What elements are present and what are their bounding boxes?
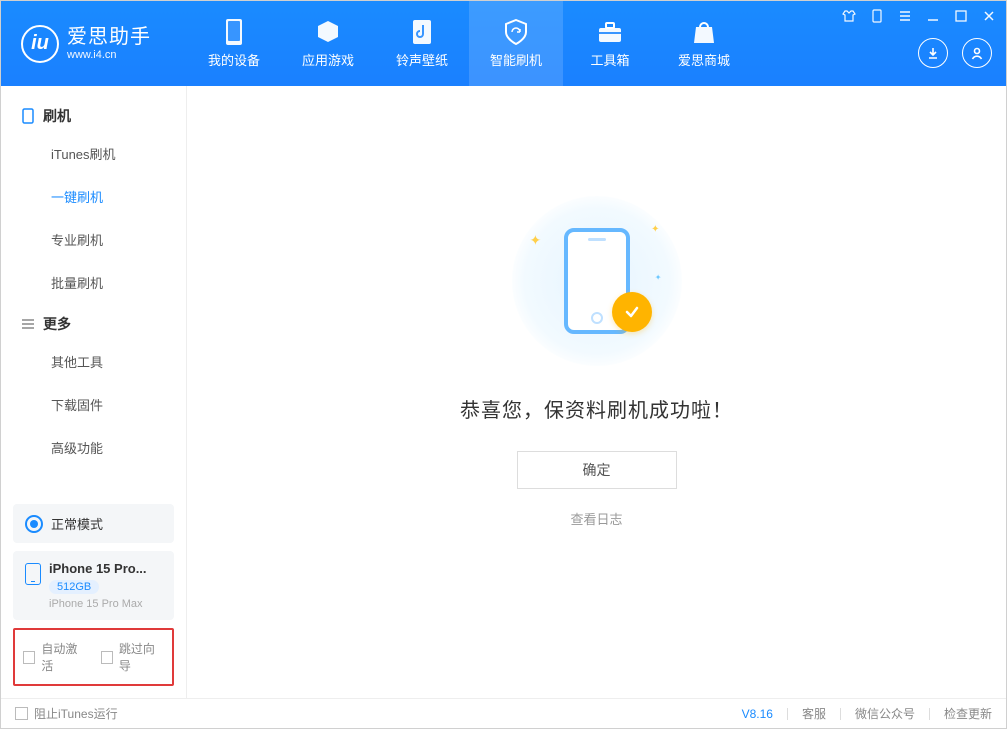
footer-link-support[interactable]: 客服 <box>802 705 826 722</box>
group-title: 更多 <box>43 314 71 334</box>
nav-label: 应用游戏 <box>302 50 354 69</box>
app-url: www.i4.cn <box>67 49 151 62</box>
mode-label: 正常模式 <box>51 514 103 533</box>
download-button[interactable] <box>918 38 948 68</box>
view-log-link[interactable]: 查看日志 <box>570 509 622 528</box>
sidebar-item-batch-flash[interactable]: 批量刷机 <box>1 261 186 304</box>
body: 刷机 iTunes刷机 一键刷机 专业刷机 批量刷机 更多 其他工具 下载固件 … <box>1 86 1006 698</box>
checkbox-label: 阻止iTunes运行 <box>34 705 118 722</box>
nav-ringtones[interactable]: 铃声壁纸 <box>375 1 469 86</box>
sidebar-item-advanced[interactable]: 高级功能 <box>1 426 186 469</box>
checkbox-icon <box>23 651 35 664</box>
check-badge-icon <box>612 292 652 332</box>
minimize-button[interactable] <box>924 7 942 25</box>
nav-label: 爱思商城 <box>678 50 730 69</box>
music-file-icon <box>408 18 436 46</box>
footer: 阻止iTunes运行 V8.16 客服 微信公众号 检查更新 <box>1 698 1006 728</box>
footer-link-wechat[interactable]: 微信公众号 <box>855 705 915 722</box>
sparkle-icon: ✦ <box>530 232 542 249</box>
sidebar-group-flash[interactable]: 刷机 <box>1 96 186 132</box>
nav-apps[interactable]: 应用游戏 <box>281 1 375 86</box>
nav-flash[interactable]: 智能刷机 <box>469 1 563 86</box>
checkbox-skip-wizard[interactable]: 跳过向导 <box>101 640 165 674</box>
nav-label: 铃声壁纸 <box>396 50 448 69</box>
ok-button[interactable]: 确定 <box>517 451 677 489</box>
sidebar-item-oneclick-flash[interactable]: 一键刷机 <box>1 175 186 218</box>
checkbox-label: 跳过向导 <box>119 640 164 674</box>
success-illustration: ✦ ✦ ✦ <box>512 196 682 366</box>
toolbox-icon <box>596 18 624 46</box>
logo-icon: iu <box>21 25 59 63</box>
nav-toolbox[interactable]: 工具箱 <box>563 1 657 86</box>
device-name: iPhone 15 Pro... <box>49 561 147 576</box>
sidebar-item-itunes-flash[interactable]: iTunes刷机 <box>1 132 186 175</box>
checkbox-block-itunes[interactable]: 阻止iTunes运行 <box>15 705 118 722</box>
maximize-button[interactable] <box>952 7 970 25</box>
menu-icon[interactable] <box>896 7 914 25</box>
skin-icon[interactable] <box>840 7 858 25</box>
nav-label: 我的设备 <box>208 50 260 69</box>
sidebar-item-download-firmware[interactable]: 下载固件 <box>1 383 186 426</box>
nav-store[interactable]: 爱思商城 <box>657 1 751 86</box>
checkbox-icon <box>15 707 28 720</box>
sidebar-group-more[interactable]: 更多 <box>1 304 186 340</box>
user-button[interactable] <box>962 38 992 68</box>
device-card[interactable]: iPhone 15 Pro... 512GB iPhone 15 Pro Max <box>13 551 174 620</box>
header-actions <box>918 38 992 68</box>
sidebar-item-other-tools[interactable]: 其他工具 <box>1 340 186 383</box>
menu-icon <box>21 318 35 330</box>
nav-my-device[interactable]: 我的设备 <box>187 1 281 86</box>
checkbox-icon <box>101 651 113 664</box>
storage-badge: 512GB <box>49 580 99 594</box>
sidebar-item-pro-flash[interactable]: 专业刷机 <box>1 218 186 261</box>
app-window: iu 爱思助手 www.i4.cn 我的设备 应用游戏 铃声壁纸 智能刷机 <box>0 0 1007 729</box>
checkbox-label: 自动激活 <box>41 640 86 674</box>
main-content: ✦ ✦ ✦ 恭喜您，保资料刷机成功啦！ 确定 查看日志 <box>187 86 1006 698</box>
version-label: V8.16 <box>742 707 773 721</box>
sparkle-icon: ✦ <box>651 224 659 235</box>
close-button[interactable] <box>980 7 998 25</box>
app-name: 爱思助手 <box>67 25 151 49</box>
device-icon <box>21 108 35 124</box>
activation-options-box: 自动激活 跳过向导 <box>13 628 174 686</box>
bag-icon <box>690 18 718 46</box>
footer-link-update[interactable]: 检查更新 <box>944 705 992 722</box>
mode-status-icon <box>25 515 43 533</box>
checkbox-auto-activate[interactable]: 自动激活 <box>23 640 87 674</box>
window-controls <box>840 7 998 25</box>
cube-icon <box>314 18 342 46</box>
sidebar: 刷机 iTunes刷机 一键刷机 专业刷机 批量刷机 更多 其他工具 下载固件 … <box>1 86 187 698</box>
sparkle-icon: ✦ <box>655 273 662 282</box>
nav-label: 工具箱 <box>590 50 629 69</box>
refresh-shield-icon <box>502 18 530 46</box>
group-title: 刷机 <box>43 106 71 126</box>
phone-icon <box>220 18 248 46</box>
phone-icon <box>25 563 41 585</box>
device-subtitle: iPhone 15 Pro Max <box>49 598 147 610</box>
header: iu 爱思助手 www.i4.cn 我的设备 应用游戏 铃声壁纸 智能刷机 <box>1 1 1006 86</box>
logo[interactable]: iu 爱思助手 www.i4.cn <box>1 1 187 86</box>
mode-card[interactable]: 正常模式 <box>13 504 174 543</box>
mobile-icon[interactable] <box>868 7 886 25</box>
nav-label: 智能刷机 <box>490 50 542 69</box>
success-title: 恭喜您，保资料刷机成功啦！ <box>460 394 733 423</box>
